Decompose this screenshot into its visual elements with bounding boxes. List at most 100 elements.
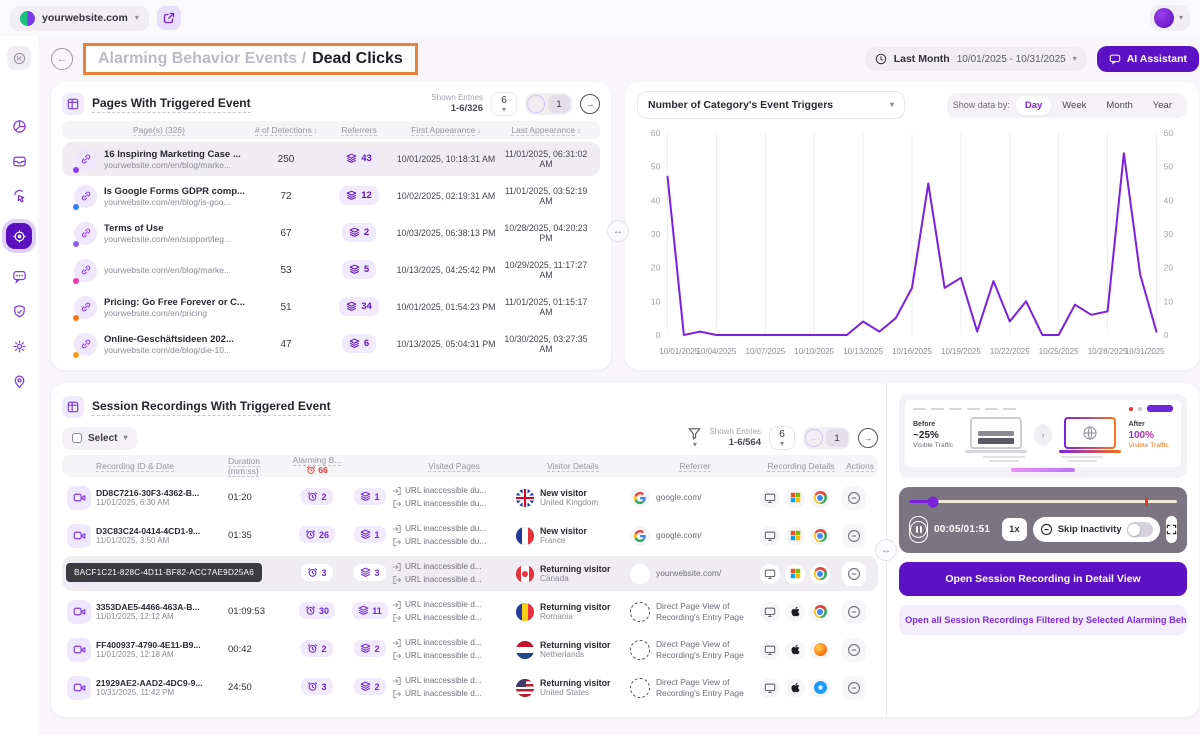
date-range-picker[interactable]: Last Month 10/01/2025 - 10/31/2025 ▾	[865, 47, 1087, 71]
open-recording-detail-button[interactable]: Open Session Recording in Detail View	[899, 562, 1187, 596]
skip-inactivity-toggle[interactable]	[1127, 522, 1153, 537]
progress-bar[interactable]	[909, 496, 1177, 507]
sidebar-item-settings-gear[interactable]	[6, 333, 32, 359]
sidebar-toggle-button[interactable]	[7, 46, 31, 70]
visited-page-url: URL inaccessible du...	[405, 498, 486, 510]
sidebar-item-visitor-location[interactable]	[6, 368, 32, 394]
referrers-badge[interactable]: 2	[342, 223, 376, 242]
recording-duration: 24:50	[228, 682, 286, 693]
detections-count: 250	[248, 154, 324, 165]
alarming-events-badge[interactable]: 3	[301, 678, 332, 695]
pages-table-row[interactable]: 16 Inspiring Marketing Case ...yourwebsi…	[62, 142, 600, 176]
back-button[interactable]: ←	[51, 48, 73, 70]
row-actions-button[interactable]	[842, 562, 866, 586]
prev-page-button[interactable]: ←	[805, 429, 823, 447]
next-page-button[interactable]: →	[858, 428, 878, 448]
alarming-events-badge[interactable]: 2	[301, 640, 332, 657]
recording-duration: 01:35	[228, 530, 286, 541]
svg-text:10/22/2025: 10/22/2025	[990, 347, 1030, 356]
svg-text:0: 0	[1164, 330, 1169, 340]
playback-speed-button[interactable]: 1x	[1002, 518, 1027, 541]
referrers-badge[interactable]: 5	[342, 260, 376, 279]
prev-page-button[interactable]: ←	[527, 95, 545, 113]
metric-selector[interactable]: Number of Category's Event Triggers ▾	[637, 91, 905, 119]
recording-row[interactable]: 21929AE2-AAD2-4DC9-9...10/31/2025, 11:42…	[62, 670, 878, 705]
visitor-type: Returning visitor	[540, 564, 610, 574]
page-size-select[interactable]: 6 ▾	[769, 426, 795, 450]
referrer-icon	[630, 564, 650, 584]
direct-referrer-icon	[630, 678, 650, 698]
sidebar-item-feedback-chat[interactable]	[6, 263, 32, 289]
pages-table-row[interactable]: Pricing: Go Free Forever or C...yourwebs…	[62, 290, 600, 324]
alarming-events-badge[interactable]: 30	[299, 602, 335, 619]
svg-text:40: 40	[651, 195, 661, 205]
row-actions-button[interactable]	[842, 676, 866, 700]
fullscreen-button[interactable]	[1166, 516, 1177, 543]
open-site-button[interactable]	[157, 6, 181, 30]
visited-pages-badge[interactable]: 2	[354, 640, 385, 657]
pause-button[interactable]	[909, 516, 928, 543]
select-rows-button[interactable]: Select ▾	[62, 427, 137, 450]
progress-handle[interactable]	[928, 496, 939, 507]
visited-pages-badge[interactable]: 3	[354, 564, 385, 581]
page-title: 16 Inspiring Marketing Case ...	[104, 149, 241, 160]
layers-icon	[346, 153, 357, 164]
recording-detail-panel: Before ~25% Visible Traffic ›	[887, 383, 1199, 717]
pages-table-row[interactable]: Online-Geschäftsideen 202...yourwebsite.…	[62, 327, 600, 361]
row-actions-button[interactable]	[842, 638, 866, 662]
visited-pages-badge[interactable]: 2	[354, 678, 385, 695]
recording-preview[interactable]: Before ~25% Visible Traffic ›	[899, 394, 1187, 478]
alarming-events-badge[interactable]: 3	[301, 564, 332, 581]
sidebar-item-click-interactions[interactable]	[6, 183, 32, 209]
layers-icon	[360, 567, 371, 578]
user-menu[interactable]: ▾	[1150, 5, 1190, 31]
granularity-week[interactable]: Week	[1053, 96, 1095, 115]
recording-row[interactable]: FF400937-4790-4E11-B9...11/01/2025, 12:1…	[62, 632, 878, 667]
chevron-down-icon: ▾	[693, 441, 697, 449]
visited-page-url: URL inaccessible d...	[405, 574, 482, 586]
referrers-badge[interactable]: 43	[339, 149, 379, 168]
page-exit-icon	[392, 537, 402, 547]
pages-table-row[interactable]: Terms of Useyourwebsite.com/en/support/l…	[62, 216, 600, 250]
settings-gear-icon	[12, 339, 27, 354]
ai-assistant-button[interactable]: AI Assistant	[1097, 46, 1199, 72]
recording-row[interactable]: DD8C7216-30F3-4362-B...11/01/2025, 6:30 …	[62, 480, 878, 515]
alarm-icon	[307, 567, 318, 578]
alarming-events-badge[interactable]: 26	[299, 526, 335, 543]
page-size-select[interactable]: 6 ▾	[491, 92, 517, 116]
next-page-button[interactable]: →	[580, 94, 600, 114]
recording-row[interactable]: 3353DAE5-4466-463A-B...11/01/2025, 12:12…	[62, 594, 878, 629]
row-actions-button[interactable]	[842, 600, 866, 624]
sidebar-item-inbox[interactable]	[6, 148, 32, 174]
last-appearance: 10/28/2025, 04:20:23 PM	[498, 223, 594, 243]
recording-row[interactable]: D3C83C24-0414-4CD1-9...11/01/2025, 3:50 …	[62, 518, 878, 553]
pages-table-row[interactable]: yourwebsite.com/en/blog/marke...53510/13…	[62, 253, 600, 287]
video-icon	[67, 524, 91, 548]
pages-panel: Pages With Triggered Event Shown Entries…	[51, 82, 611, 370]
alarming-events-badge[interactable]: 2	[301, 488, 332, 505]
visitor-type: New visitor	[540, 488, 598, 498]
sidebar-item-dashboard[interactable]	[6, 113, 32, 139]
referrers-badge[interactable]: 6	[342, 334, 376, 353]
panel-resize-handle[interactable]: ↔	[875, 539, 897, 561]
sidebar-item-privacy-shield[interactable]	[6, 298, 32, 324]
granularity-year[interactable]: Year	[1144, 96, 1181, 115]
visited-pages-badge[interactable]: 1	[354, 488, 385, 505]
page-exit-icon	[392, 499, 402, 509]
referrers-badge[interactable]: 12	[339, 186, 379, 205]
granularity-month[interactable]: Month	[1097, 96, 1141, 115]
site-selector[interactable]: yourwebsite.com ▾	[10, 6, 149, 31]
panel-resize-handle[interactable]: ↔	[607, 220, 629, 242]
granularity-day[interactable]: Day	[1016, 96, 1051, 115]
pages-table-row[interactable]: Is Google Forms GDPR comp...yourwebsite.…	[62, 179, 600, 213]
visited-pages-badge[interactable]: 1	[354, 526, 385, 543]
referrers-badge[interactable]: 34	[339, 297, 379, 316]
row-actions-button[interactable]	[842, 524, 866, 548]
current-page: 1	[548, 95, 570, 113]
visited-pages-badge[interactable]: 11	[352, 602, 388, 619]
row-actions-button[interactable]	[842, 486, 866, 510]
alarm-icon	[305, 529, 316, 540]
filter-button[interactable]: ▾	[688, 427, 701, 449]
open-filtered-recordings-button[interactable]: Open all Session Recordings Filtered by …	[899, 605, 1187, 635]
sidebar-item-behavior-events[interactable]	[6, 223, 32, 249]
